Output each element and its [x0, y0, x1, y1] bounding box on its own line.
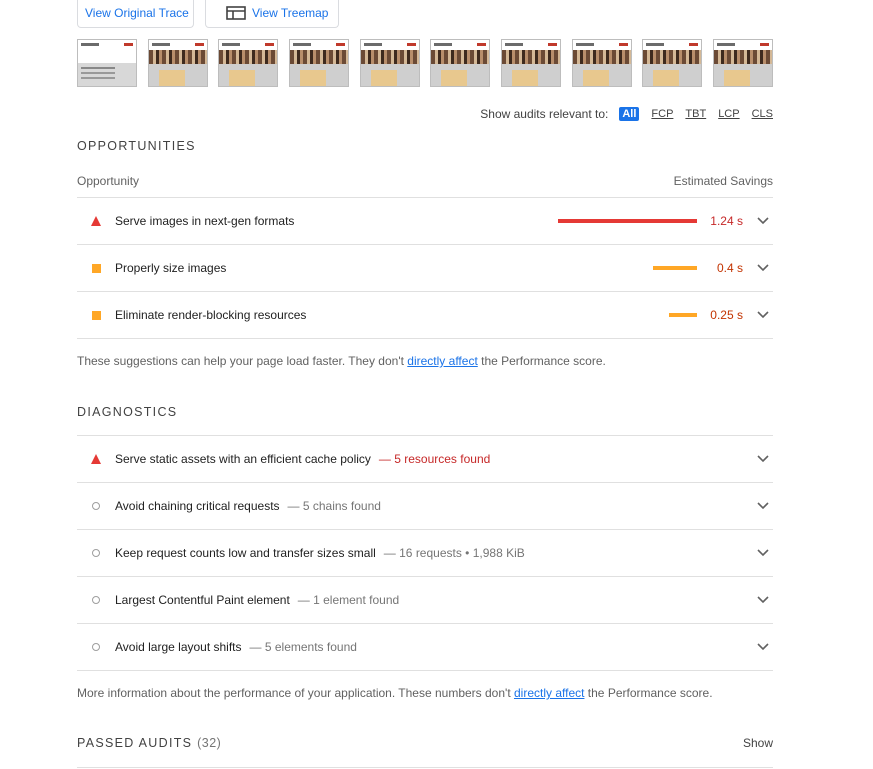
audit-title: Avoid large layout shifts [115, 640, 242, 654]
savings-bar [669, 313, 697, 317]
audit-detail: — 5 elements found [249, 640, 357, 654]
note-text: More information about the performance o… [77, 686, 514, 700]
audit-detail: — 5 chains found [287, 499, 381, 513]
chevron-down-icon[interactable] [753, 596, 773, 604]
savings-value: 0.4 s [716, 261, 743, 275]
filter-chip-cls[interactable]: CLS [752, 108, 773, 120]
audit-filter-bar: Show audits relevant to: All FCP TBT LCP… [480, 107, 773, 121]
view-original-trace-label: View Original Trace [85, 5, 189, 20]
diagnostics-heading: DIAGNOSTICS [77, 405, 178, 419]
filmstrip-frame [360, 39, 420, 87]
filter-chip-tbt[interactable]: TBT [685, 108, 706, 120]
gray-circle-icon [92, 596, 100, 604]
directly-affect-link[interactable]: directly affect [514, 686, 584, 700]
opportunities-note: These suggestions can help your page loa… [77, 354, 606, 368]
filter-chip-fcp[interactable]: FCP [651, 108, 673, 120]
filter-label: Show audits relevant to: [480, 107, 609, 121]
chevron-down-icon[interactable] [753, 217, 773, 225]
audit-title: Serve images in next-gen formats [115, 214, 295, 228]
passed-audits-header[interactable]: PASSED AUDITS (32) Show [77, 736, 773, 768]
filmstrip-frame [289, 39, 349, 87]
chevron-down-icon[interactable] [753, 502, 773, 510]
audit-title: Eliminate render-blocking resources [115, 308, 307, 322]
filmstrip-frame [713, 39, 773, 87]
gray-circle-icon [92, 643, 100, 651]
treemap-icon [226, 5, 246, 20]
savings-value: 0.25 s [710, 308, 743, 322]
estimated-savings-column-label: Estimated Savings [673, 174, 773, 188]
chevron-down-icon[interactable] [753, 643, 773, 651]
note-text: the Performance score. [584, 686, 713, 700]
orange-square-icon [91, 310, 101, 320]
filmstrip-frame [430, 39, 490, 87]
passed-audits-title: PASSED AUDITS [77, 736, 193, 750]
filmstrip-frame [501, 39, 561, 87]
filmstrip-frame [572, 39, 632, 87]
view-treemap-button[interactable]: View Treemap [205, 0, 339, 28]
savings-bar [558, 219, 697, 223]
diagnostic-row[interactable]: Serve static assets with an efficient ca… [77, 436, 773, 483]
filmstrip-frame [218, 39, 278, 87]
opportunity-row[interactable]: Eliminate render-blocking resources 0.25… [77, 292, 773, 339]
diagnostic-row[interactable]: Keep request counts low and transfer siz… [77, 530, 773, 577]
filmstrip [77, 39, 773, 87]
gray-circle-icon [92, 502, 100, 510]
audit-detail: — 1 element found [297, 593, 400, 607]
diagnostic-row[interactable]: Avoid chaining critical requests — 5 cha… [77, 483, 773, 530]
chevron-down-icon[interactable] [753, 549, 773, 557]
chevron-down-icon[interactable] [753, 264, 773, 272]
note-text: the Performance score. [477, 354, 606, 368]
diagnostics-note: More information about the performance o… [77, 686, 713, 700]
audit-detail: — 5 resources found [378, 452, 491, 466]
note-text: These suggestions can help your page loa… [77, 354, 408, 368]
filter-chip-all[interactable]: All [619, 107, 640, 121]
red-triangle-icon [91, 216, 101, 226]
view-original-trace-button[interactable]: View Original Trace [77, 0, 194, 28]
audit-title: Serve static assets with an efficient ca… [115, 452, 371, 466]
show-passed-audits-toggle[interactable]: Show [743, 736, 773, 750]
chevron-down-icon[interactable] [753, 311, 773, 319]
filmstrip-frame [642, 39, 702, 87]
passed-audits-count: (32) [197, 736, 222, 750]
savings-bar [653, 266, 697, 270]
opportunity-column-label: Opportunity [77, 174, 140, 188]
opportunities-column-header: Opportunity Estimated Savings [77, 174, 773, 198]
red-triangle-icon [91, 454, 101, 464]
gray-circle-icon [92, 549, 100, 557]
audit-title: Largest Contentful Paint element [115, 593, 290, 607]
passed-audits-heading: PASSED AUDITS (32) [77, 736, 221, 750]
opportunity-row[interactable]: Serve images in next-gen formats 1.24 s [77, 198, 773, 245]
filter-chip-lcp[interactable]: LCP [718, 108, 739, 120]
audit-detail: — 16 requests • 1,988 KiB [383, 546, 525, 560]
diagnostic-row[interactable]: Largest Contentful Paint element — 1 ele… [77, 577, 773, 624]
directly-affect-link[interactable]: directly affect [407, 354, 477, 368]
savings-value: 1.24 s [710, 214, 743, 228]
opportunity-row[interactable]: Properly size images 0.4 s [77, 245, 773, 292]
diagnostic-row[interactable]: Avoid large layout shifts — 5 elements f… [77, 624, 773, 671]
audit-title: Properly size images [115, 261, 227, 275]
filmstrip-frame [148, 39, 208, 87]
filmstrip-frame [77, 39, 137, 87]
opportunities-heading: OPPORTUNITIES [77, 139, 196, 153]
audit-title: Avoid chaining critical requests [115, 499, 280, 513]
audit-title: Keep request counts low and transfer siz… [115, 546, 376, 560]
orange-square-icon [91, 263, 101, 273]
view-treemap-label: View Treemap [252, 5, 329, 20]
chevron-down-icon[interactable] [753, 455, 773, 463]
